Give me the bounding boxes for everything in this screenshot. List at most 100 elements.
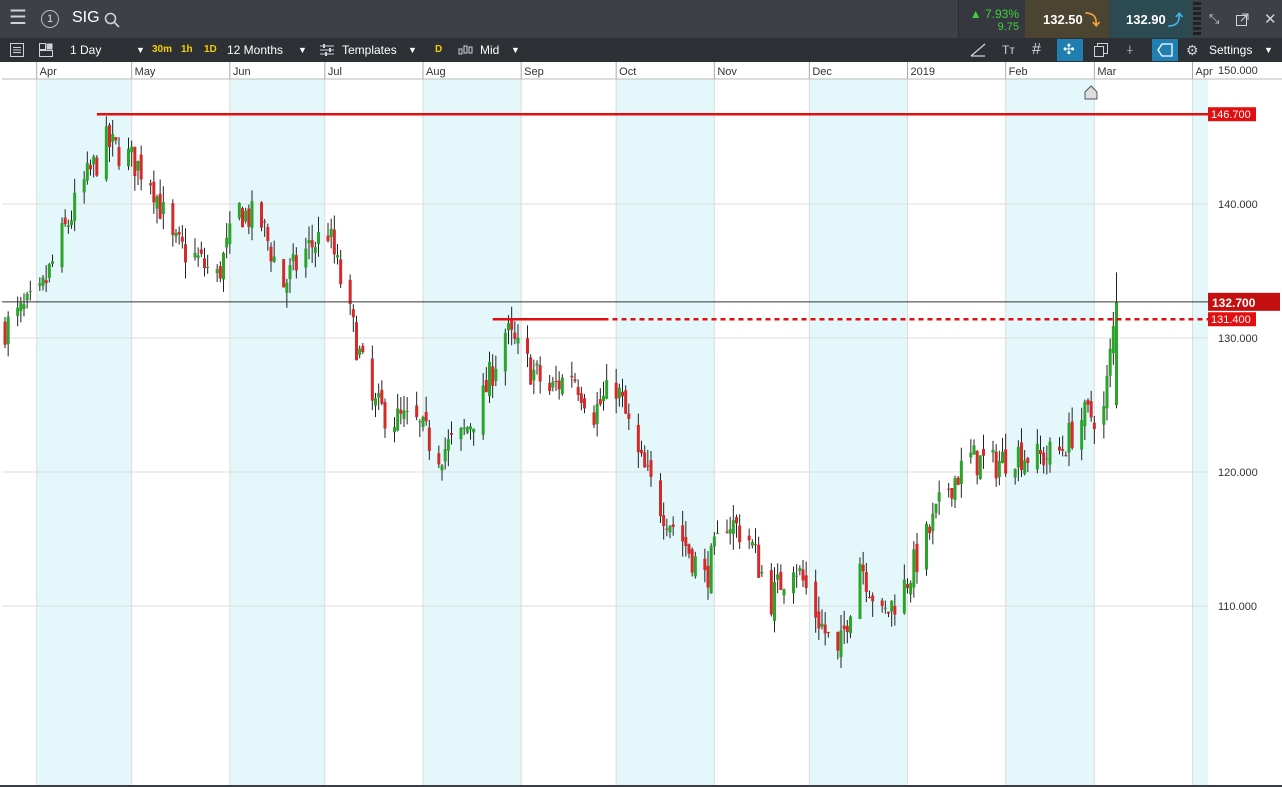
price-chart[interactable]: 132.700 146.700 131.400 Apr May Jun Jul Aug Sep… — [2, 62, 1282, 785]
candle-up — [358, 348, 362, 355]
candle-up — [418, 421, 422, 423]
candle-up — [934, 503, 938, 514]
candle-up — [193, 252, 197, 258]
candle-down — [823, 624, 827, 634]
crosshair-tool-button[interactable]: ✣ — [1057, 39, 1083, 61]
candle-up — [716, 533, 719, 535]
candle-down — [845, 625, 849, 633]
candle-up — [1080, 420, 1084, 450]
candle-down — [554, 380, 558, 382]
candle-up — [773, 581, 776, 621]
candle-up — [839, 630, 843, 658]
candle-up — [1067, 423, 1071, 453]
sell-button[interactable]: 132.50 ⤵ — [1025, 0, 1109, 38]
candle-up — [70, 220, 73, 226]
candle-down — [427, 427, 431, 451]
candle-down — [842, 625, 846, 630]
chevron-down-icon: ▼ — [1264, 45, 1273, 55]
candle-down — [199, 249, 203, 254]
candle-up — [953, 478, 957, 500]
draw-line-icon[interactable] — [970, 43, 986, 57]
indicator-icon[interactable]: ⍭ — [1126, 38, 1134, 62]
candle-down — [241, 208, 244, 228]
candle-up — [782, 589, 786, 596]
candle-down — [538, 365, 542, 382]
templates-select[interactable]: Templates ▼ — [318, 38, 422, 62]
interval-select[interactable]: 1 Day ▼ — [62, 38, 148, 62]
candle-down — [706, 565, 710, 588]
candle-down — [735, 517, 738, 524]
candle-down — [576, 387, 580, 396]
layout-icon[interactable] — [39, 43, 53, 57]
symbol-title[interactable]: SIG — [72, 9, 100, 27]
collapse-icon[interactable]: ⤡ — [1209, 11, 1219, 27]
candle-up — [111, 134, 115, 142]
candle-down — [864, 572, 868, 592]
candle-up — [6, 316, 10, 345]
popout-icon[interactable] — [1236, 13, 1249, 26]
candle-down — [754, 544, 757, 546]
candle-up — [858, 563, 862, 619]
candle-up — [595, 404, 599, 424]
list-icon[interactable] — [10, 43, 24, 57]
quick-1h-button[interactable]: 1h — [181, 38, 193, 62]
candle-up — [446, 439, 450, 451]
text-tool-icon[interactable]: Tт — [1002, 38, 1015, 62]
candle-up — [285, 282, 289, 293]
close-icon[interactable]: ✕ — [1264, 10, 1277, 28]
candle-up — [1083, 401, 1087, 427]
candle-up — [313, 247, 317, 253]
candle-down — [247, 208, 251, 227]
candle-down — [1061, 449, 1065, 451]
candle-down — [804, 575, 808, 588]
candle-up — [503, 332, 507, 372]
candle-up — [991, 449, 995, 453]
candle-up — [1111, 326, 1115, 354]
quick-1d-button[interactable]: 1D — [204, 38, 217, 62]
quick-30m-button[interactable]: 30m — [152, 38, 172, 62]
candle-up — [225, 237, 229, 248]
date-tick-label: Jul — [328, 66, 342, 78]
templates-label: Templates — [342, 43, 397, 57]
chevron-down-icon: ▼ — [298, 45, 307, 55]
grid-icon[interactable]: # — [1032, 38, 1041, 62]
candle-down — [152, 181, 156, 203]
candle-down — [158, 193, 162, 219]
depth-indicator — [1193, 2, 1201, 36]
candle-down — [643, 452, 647, 468]
price-mode-select[interactable]: Mid ▼ — [456, 38, 524, 62]
candle-up — [85, 162, 89, 181]
window-number-badge[interactable]: 1 — [41, 10, 59, 28]
change-absolute: 9.75 — [997, 21, 1019, 33]
candle-down — [757, 544, 761, 578]
range-select[interactable]: 12 Months ▼ — [222, 38, 310, 62]
date-tick-label: Nov — [717, 66, 737, 78]
candle-up — [127, 148, 130, 167]
candle-down — [950, 488, 954, 499]
gear-icon: ⚙ — [1186, 42, 1199, 58]
candle-up — [28, 291, 32, 293]
candle-up — [196, 255, 200, 258]
copy-icon[interactable] — [1094, 43, 1108, 57]
candle-down — [399, 409, 403, 414]
candle-down — [928, 526, 932, 534]
menu-icon[interactable]: ☰ — [9, 8, 27, 28]
tag-tool-button[interactable] — [1152, 39, 1178, 61]
date-tick-label: Mar — [1097, 66, 1116, 78]
candle-down — [282, 259, 286, 288]
candle-up — [532, 369, 536, 381]
candle-down — [1058, 446, 1061, 451]
search-icon[interactable] — [104, 12, 120, 28]
candle-up — [222, 252, 225, 280]
d-badge[interactable]: D — [435, 38, 442, 62]
buy-button[interactable]: 132.90 ⤴ — [1110, 0, 1192, 38]
settings-menu[interactable]: ⚙ Settings ▼ — [1186, 38, 1282, 62]
date-tick-label: Sep — [524, 66, 544, 78]
candle-up — [402, 410, 406, 419]
candle-up — [82, 179, 86, 193]
candle-down — [826, 631, 830, 633]
candle-up — [288, 265, 292, 280]
candle-down — [332, 229, 336, 255]
candle-up — [712, 536, 716, 547]
candle-up — [902, 579, 906, 614]
